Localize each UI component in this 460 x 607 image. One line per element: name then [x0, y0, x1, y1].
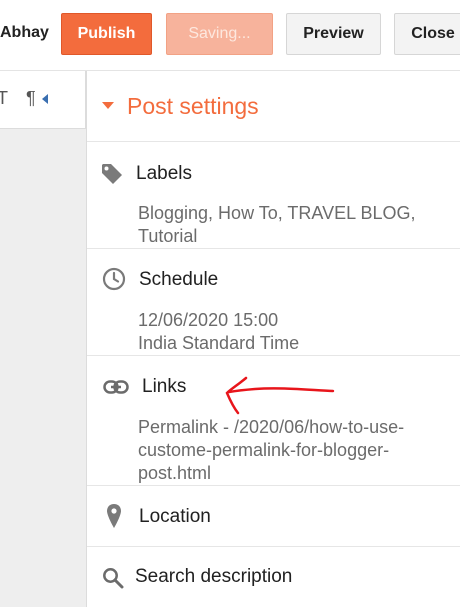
preview-button[interactable]: Preview — [286, 13, 381, 55]
location-section[interactable]: Location — [87, 486, 460, 547]
annotation-arrow-icon — [225, 376, 335, 415]
link-icon — [103, 380, 129, 394]
caret-left-icon — [41, 94, 48, 105]
tag-icon — [102, 164, 122, 184]
collapse-caret-icon — [102, 102, 114, 109]
links-title: Links — [142, 376, 187, 397]
panel-title: Post settings — [127, 93, 259, 119]
search-description-section[interactable]: Search description — [87, 547, 460, 607]
clock-icon — [102, 267, 126, 291]
user-name: Abhay — [0, 24, 49, 41]
publish-button[interactable]: Publish — [61, 13, 152, 55]
post-settings-panel: Post settings Labels Blogging, How To, T… — [87, 71, 460, 607]
paragraph-direction-button[interactable]: ¶ — [26, 88, 48, 109]
post-settings-header[interactable]: Post settings — [87, 71, 460, 142]
schedule-date: 12/06/2020 15:00 — [138, 310, 279, 330]
saving-button: Saving... — [166, 13, 273, 55]
close-button[interactable]: Close — [394, 13, 460, 55]
labels-section[interactable]: Labels Blogging, How To, TRAVEL BLOG, Tu… — [87, 142, 460, 249]
top-bar: Abhay Publish Saving... Preview Close — [0, 0, 460, 71]
editor-area[interactable] — [0, 71, 87, 607]
labels-value: Blogging, How To, TRAVEL BLOG, Tutorial — [138, 203, 416, 246]
labels-title: Labels — [136, 163, 192, 184]
text-format-button[interactable]: T — [0, 88, 8, 109]
schedule-section[interactable]: Schedule 12/06/2020 15:00 India Standard… — [87, 249, 460, 356]
schedule-timezone: India Standard Time — [138, 333, 300, 353]
paragraph-icon: ¶ — [26, 88, 36, 108]
search-description-title: Search description — [135, 566, 293, 587]
editor-toolbar: T ¶ — [0, 71, 86, 129]
links-value: Permalink - /2020/06/how-to-use-custome-… — [138, 417, 405, 483]
schedule-title: Schedule — [139, 269, 219, 290]
schedule-value: 12/06/2020 15:00 India Standard Time — [138, 309, 438, 355]
location-title: Location — [139, 506, 211, 527]
location-pin-icon — [107, 504, 121, 528]
search-icon — [103, 568, 124, 589]
